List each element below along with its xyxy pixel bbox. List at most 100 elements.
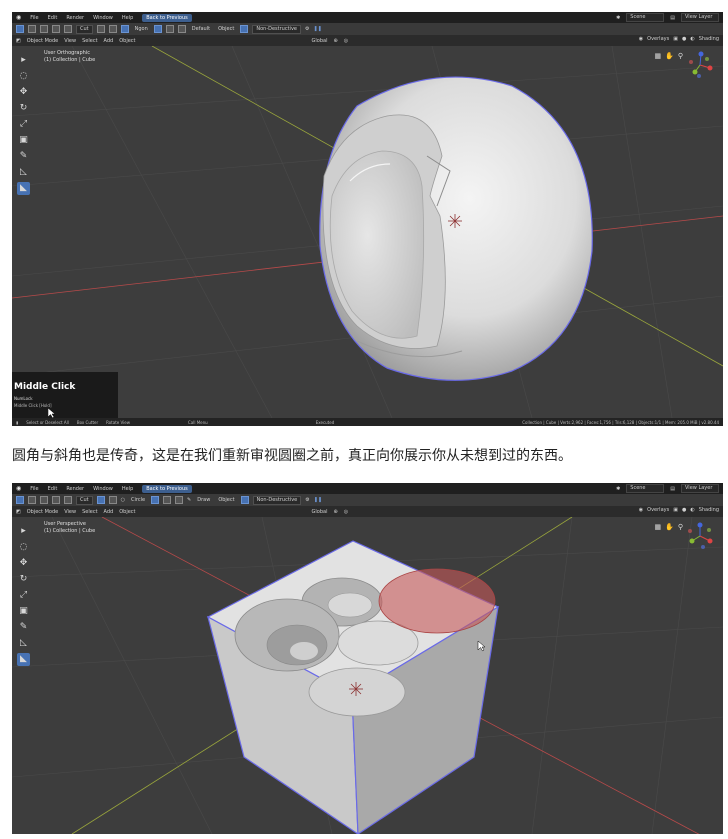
- menu-add[interactable]: Add: [104, 509, 114, 515]
- origin-box-icon[interactable]: [151, 496, 160, 504]
- view-layer-field[interactable]: View Layer: [681, 484, 719, 493]
- blender-logo-icon[interactable]: ◉: [16, 485, 21, 492]
- scale-icon[interactable]: ⤢: [17, 589, 30, 602]
- xray-icon[interactable]: ▣: [673, 36, 678, 42]
- shape-box-icon[interactable]: [108, 496, 117, 504]
- mode-box-icon[interactable]: [40, 496, 48, 504]
- object-mode-dropdown[interactable]: Object Mode: [27, 38, 59, 44]
- visibility-icon[interactable]: ◉: [639, 36, 643, 42]
- shading-material-icon[interactable]: ◐: [690, 507, 694, 513]
- mode-box-icon[interactable]: [52, 25, 60, 33]
- mode-box-icon[interactable]: [64, 25, 72, 33]
- cursor-tool-icon[interactable]: ◌: [17, 541, 30, 554]
- blender-logo-icon[interactable]: ◉: [16, 14, 21, 21]
- menu-help[interactable]: Help: [122, 15, 133, 21]
- scene-icon[interactable]: ✱: [616, 15, 620, 21]
- non-destructive-dropdown[interactable]: Non-Destructive: [252, 24, 301, 34]
- navigation-gizmo-icon[interactable]: [685, 521, 715, 551]
- visibility-icon[interactable]: ◉: [639, 507, 643, 513]
- menu-edit[interactable]: Edit: [48, 486, 58, 492]
- select-cursor-icon[interactable]: ▸: [17, 54, 30, 67]
- 3d-cursor-icon[interactable]: [448, 214, 462, 228]
- boxcutter-tool-icon[interactable]: ◣: [17, 182, 30, 195]
- zoom-icon[interactable]: ⚲: [678, 52, 683, 60]
- view-layer-icon[interactable]: ▤: [670, 15, 675, 21]
- circle-shape-icon[interactable]: ○: [121, 497, 125, 503]
- hand-pan-icon[interactable]: ✋: [665, 52, 674, 60]
- mode-box-icon[interactable]: [16, 25, 24, 33]
- menu-window[interactable]: Window: [93, 486, 113, 492]
- shading-solid-icon[interactable]: ●: [682, 507, 686, 513]
- shape-box-icon[interactable]: [120, 25, 129, 33]
- orientation-dropdown[interactable]: Global: [312, 38, 328, 44]
- rotate-icon[interactable]: ↻: [17, 102, 30, 115]
- ngon-label[interactable]: Ngon: [133, 26, 150, 32]
- measure-icon[interactable]: ◺: [17, 166, 30, 179]
- cut-dropdown[interactable]: Cut: [76, 495, 93, 505]
- cursor-tool-icon[interactable]: ◌: [17, 70, 30, 83]
- navigation-gizmo-icon[interactable]: [685, 50, 715, 80]
- measure-icon[interactable]: ◺: [17, 637, 30, 650]
- origin-box-icon[interactable]: [175, 496, 184, 504]
- menu-window[interactable]: Window: [93, 15, 113, 21]
- grid-toggle-icon[interactable]: ▦: [655, 52, 662, 60]
- pause-icon[interactable]: ❚❚: [314, 497, 322, 503]
- menu-object[interactable]: Object: [119, 509, 135, 515]
- annotate-icon[interactable]: ✎: [17, 621, 30, 634]
- pause-icon[interactable]: ❚❚: [313, 26, 321, 32]
- transform-icon[interactable]: ▣: [17, 605, 30, 618]
- menu-select[interactable]: Select: [82, 38, 97, 44]
- circle-cutter-preview[interactable]: [378, 568, 496, 634]
- menu-select[interactable]: Select: [82, 509, 97, 515]
- object-dropdown[interactable]: Object: [216, 497, 236, 503]
- mode-box-icon[interactable]: [28, 496, 36, 504]
- mode-box-icon[interactable]: [40, 25, 48, 33]
- cut-dropdown[interactable]: Cut: [76, 24, 93, 34]
- scene-field[interactable]: Scene: [626, 13, 665, 22]
- shading-dropdown[interactable]: Shading: [699, 507, 719, 513]
- zoom-icon[interactable]: ⚲: [678, 523, 683, 531]
- shading-solid-icon[interactable]: ●: [682, 36, 686, 42]
- draw-dropdown[interactable]: Draw: [195, 497, 212, 503]
- menu-object[interactable]: Object: [119, 38, 135, 44]
- helmet-mesh[interactable]: [319, 76, 593, 381]
- move-icon[interactable]: ✥: [17, 557, 30, 570]
- mode-box-icon[interactable]: [64, 496, 72, 504]
- menu-file[interactable]: File: [30, 15, 38, 21]
- non-destructive-icon[interactable]: [240, 25, 249, 33]
- object-dropdown[interactable]: Object: [216, 26, 236, 32]
- view-layer-field[interactable]: View Layer: [681, 13, 719, 22]
- origin-box-icon[interactable]: [153, 25, 162, 33]
- 3d-viewport[interactable]: User Orthographic (1) Collection | Cube …: [12, 46, 723, 418]
- overlays-dropdown[interactable]: Overlays: [647, 507, 669, 513]
- menu-view[interactable]: View: [64, 509, 76, 515]
- menu-file[interactable]: File: [30, 486, 38, 492]
- move-icon[interactable]: ✥: [17, 86, 30, 99]
- menu-help[interactable]: Help: [122, 486, 133, 492]
- menu-view[interactable]: View: [64, 38, 76, 44]
- mode-box-icon[interactable]: [28, 25, 36, 33]
- annotate-icon[interactable]: ✎: [17, 150, 30, 163]
- mode-box-icon[interactable]: [52, 496, 60, 504]
- menu-render[interactable]: Render: [66, 486, 84, 492]
- select-cursor-icon[interactable]: ▸: [17, 525, 30, 538]
- orientation-dropdown[interactable]: Global: [312, 509, 328, 515]
- default-dropdown[interactable]: Default: [190, 26, 212, 32]
- overlays-dropdown[interactable]: Overlays: [647, 36, 669, 42]
- origin-box-icon[interactable]: [163, 496, 172, 504]
- hand-pan-icon[interactable]: ✋: [665, 523, 674, 531]
- gear-icon[interactable]: ⚙: [305, 26, 309, 32]
- proportional-icon[interactable]: ◎: [344, 509, 348, 515]
- view-layer-icon[interactable]: ▤: [670, 486, 675, 492]
- non-destructive-icon[interactable]: [240, 496, 249, 504]
- snap-icon[interactable]: ⊕: [333, 38, 337, 44]
- transform-icon[interactable]: ▣: [17, 134, 30, 147]
- circle-label[interactable]: Circle: [129, 497, 147, 503]
- scene-field[interactable]: Scene: [626, 484, 665, 493]
- scale-icon[interactable]: ⤢: [17, 118, 30, 131]
- snap-icon[interactable]: ⊕: [333, 509, 337, 515]
- rotate-icon[interactable]: ↻: [17, 573, 30, 586]
- editor-type-icon[interactable]: ◩: [16, 38, 21, 44]
- 3d-cursor-icon[interactable]: [349, 682, 363, 696]
- non-destructive-dropdown[interactable]: Non-Destructive: [252, 495, 302, 505]
